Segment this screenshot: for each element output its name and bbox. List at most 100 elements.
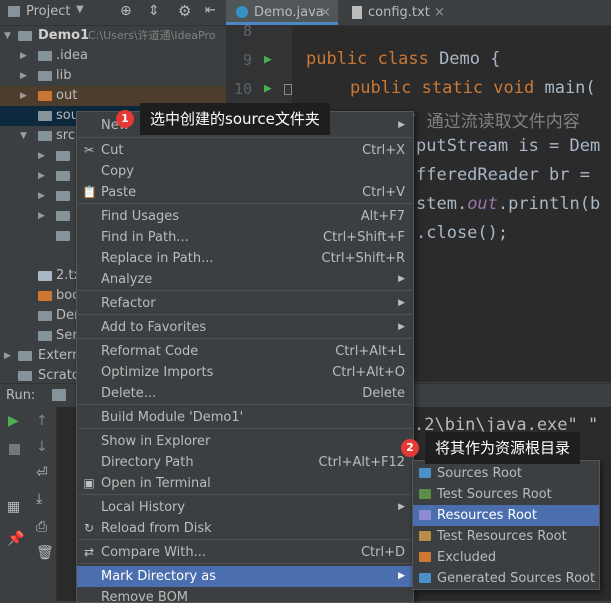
chevron-right-icon: ▶ [398, 120, 405, 130]
submenu-item-generated-sources-root[interactable]: Generated Sources Root [413, 568, 599, 589]
code-text: stem. [416, 194, 468, 214]
close-icon[interactable]: × [434, 0, 445, 25]
menu-item-build-module-demo1[interactable]: Build Module 'Demo1' [77, 407, 413, 428]
tab-config-txt[interactable]: config.txt × [344, 0, 454, 25]
submenu-item-sources-root[interactable]: Sources Root [413, 463, 599, 484]
project-view-icon [8, 6, 20, 17]
folder-icon [38, 291, 52, 301]
hide-panel-icon[interactable]: ⇤ [205, 3, 216, 18]
scroll-to-end-icon[interactable]: ⤓ [36, 491, 42, 507]
chevron-right-icon[interactable]: ▶ [20, 46, 27, 66]
menu-item-reformat-code[interactable]: Reformat Code Ctrl+Alt+L [77, 341, 413, 362]
code-text: fferedReader br = [416, 165, 590, 185]
gear-icon[interactable]: ⚙ [178, 2, 191, 20]
up-arrow-icon[interactable]: ↑ [36, 413, 48, 429]
chevron-right-icon[interactable]: ▶ [20, 86, 27, 106]
context-menu: New ▶ ✂ Cut Ctrl+X Copy 📋 Paste Ctrl+V Find Usage… [76, 111, 414, 603]
stop-icon[interactable] [9, 444, 20, 455]
chevron-right-icon[interactable]: ▶ [38, 186, 45, 206]
chevron-down-icon[interactable]: ▼ [4, 26, 11, 46]
submenu-item-test-resources-root[interactable]: Test Resources Root [413, 526, 599, 547]
restore-layout-icon[interactable]: ▦ [7, 499, 20, 515]
callout-text: 选中创建的source文件夹 [150, 110, 320, 128]
line-number: 10 [233, 80, 252, 98]
chevron-right-icon[interactable]: ▶ [38, 166, 45, 186]
run-toolbar: ▶ ↑ ↓ ⏎ ▦ ⤓ ⎙ 📌 🗑 [0, 407, 57, 601]
run-tab[interactable] [52, 389, 66, 401]
tree-node[interactable]: ▼ Demo1 C:\Users\许道通\IdeaPro [0, 26, 226, 46]
folder-icon [419, 552, 431, 562]
folder-icon [38, 91, 52, 101]
tree-node[interactable]: ▶ .idea [0, 46, 226, 66]
menu-item-label: Add to Favorites [101, 320, 207, 335]
pin-icon[interactable]: 📌 [7, 531, 24, 547]
menu-item-delete[interactable]: Delete... Delete [77, 383, 413, 404]
chevron-right-icon[interactable]: ▶ [38, 146, 45, 166]
soft-wrap-icon[interactable]: ⏎ [36, 465, 48, 481]
menu-item-reload-from-disk[interactable]: ↻ Reload from Disk [77, 518, 413, 539]
menu-item-refactor[interactable]: Refactor ▶ [77, 293, 413, 314]
folder-icon [56, 151, 70, 161]
submenu-item-excluded[interactable]: Excluded [413, 547, 599, 568]
chevron-right-icon: ▶ [398, 274, 405, 284]
menu-item-analyze[interactable]: Analyze ▶ [77, 269, 413, 290]
rerun-icon[interactable]: ▶ [8, 413, 19, 429]
print-icon[interactable]: ⎙ [36, 519, 47, 535]
menu-item-label: Analyze [101, 272, 153, 287]
menu-item-open-in-terminal[interactable]: ▣ Open in Terminal [77, 473, 413, 494]
menu-item-shortcut: Ctrl+X [362, 143, 405, 158]
menu-item-directory-path[interactable]: Directory Path Ctrl+Alt+F12 [77, 452, 413, 473]
project-panel-header: Project ▼ ⊕ ⇕ ⚙ ⇤ [0, 0, 226, 26]
collapse-icon[interactable]: ⇕ [148, 3, 160, 19]
chevron-down-icon[interactable]: ▼ [20, 126, 27, 146]
trash-icon[interactable]: 🗑 [36, 545, 54, 561]
menu-item-mark-directory-as[interactable]: Mark Directory as ▶ [77, 566, 413, 587]
menu-item-add-to-favorites[interactable]: Add to Favorites ▶ [77, 317, 413, 338]
tree-node-label: Demo1 [38, 28, 90, 43]
code-comment: // 通过流读取文件内容 [396, 112, 580, 132]
menu-item-label: Mark Directory as [101, 569, 216, 584]
menu-item-replace-in-path[interactable]: Replace in Path... Ctrl+Shift+R [77, 248, 413, 269]
menu-item-cut[interactable]: ✂ Cut Ctrl+X [77, 140, 413, 161]
menu-item-label: Reformat Code [101, 344, 199, 359]
menu-item-optimize-imports[interactable]: Optimize Imports Ctrl+Alt+O [77, 362, 413, 383]
menu-item-show-in-explorer[interactable]: Show in Explorer [77, 431, 413, 452]
menu-item-find-usages[interactable]: Find Usages Alt+F7 [77, 206, 413, 227]
down-arrow-icon[interactable]: ↓ [36, 439, 48, 455]
submenu-item-label: Excluded [437, 550, 497, 565]
menu-item-shortcut: Delete [362, 386, 405, 401]
scissors-icon: ✂ [83, 143, 95, 157]
chevron-right-icon: ▶ [398, 502, 405, 512]
reload-icon: ↻ [83, 521, 95, 535]
chevron-down-icon[interactable]: ▼ [76, 4, 84, 15]
submenu-item-label: Resources Root [437, 508, 537, 523]
submenu-item-test-sources-root[interactable]: Test Sources Root [413, 484, 599, 505]
run-label: Run: [6, 388, 36, 403]
menu-item-copy[interactable]: Copy [77, 161, 413, 182]
menu-item-local-history[interactable]: Local History ▶ [77, 497, 413, 518]
run-icon[interactable]: ▶ [264, 81, 272, 96]
bookmark-icon [284, 84, 292, 95]
menu-item-compare-with[interactable]: ⇄ Compare With... Ctrl+D [77, 542, 413, 563]
chevron-right-icon[interactable]: ▶ [20, 66, 27, 86]
menu-item-label: Paste [101, 185, 137, 200]
menu-item-paste[interactable]: 📋 Paste Ctrl+V [77, 182, 413, 203]
menu-item-shortcut: Ctrl+D [360, 545, 405, 560]
menu-item-find-in-path[interactable]: Find in Path... Ctrl+Shift+F [77, 227, 413, 248]
menu-item-label: Compare With... [101, 545, 207, 560]
run-icon[interactable]: ▶ [264, 52, 272, 67]
chevron-right-icon[interactable]: ▶ [38, 206, 45, 226]
submenu-item-resources-root[interactable]: Resources Root [413, 505, 599, 526]
submenu-item-label: Test Sources Root [437, 487, 552, 502]
menu-separator [78, 404, 412, 405]
mark-directory-submenu: Sources Root Test Sources Root Resources R… [412, 460, 600, 590]
line-number: 9 [242, 51, 252, 69]
locate-icon[interactable]: ⊕ [120, 3, 132, 19]
tab-label: Demo.java [254, 5, 324, 20]
chevron-right-icon[interactable]: ▶ [4, 346, 11, 366]
tree-node-path: C:\Users\许道通\IdeaPro [88, 29, 216, 42]
folder-icon [419, 468, 431, 478]
tree-node[interactable]: ▶ lib [0, 66, 226, 86]
project-view-selector[interactable]: Project [26, 4, 70, 19]
close-icon[interactable]: × [320, 0, 331, 25]
